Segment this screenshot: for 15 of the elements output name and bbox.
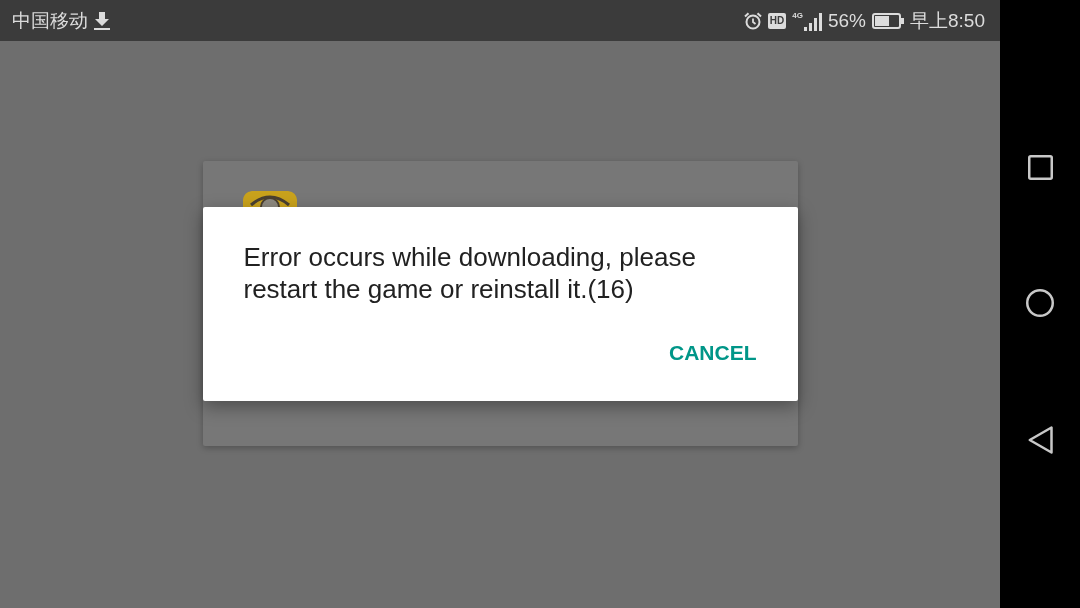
battery-icon	[872, 12, 904, 29]
dialog-message: Error occurs while downloading, please restart the game or reinstall it.(16)	[243, 241, 697, 305]
app-icon	[242, 191, 297, 207]
recents-icon[interactable]	[1027, 154, 1053, 180]
battery-percent: 56%	[828, 9, 866, 32]
cancel-button[interactable]: CANCEL	[661, 335, 765, 371]
home-icon[interactable]	[1026, 288, 1054, 317]
carrier-name: 中国移动	[12, 9, 88, 32]
clock-time: 早上8:50	[910, 9, 985, 32]
signal-bars-icon	[804, 12, 822, 31]
back-icon[interactable]	[1027, 425, 1053, 454]
hd-badge: HD	[767, 12, 787, 29]
network-type: 4G	[792, 10, 803, 20]
alarm-clock-icon	[743, 11, 762, 30]
download-icon	[93, 11, 111, 30]
